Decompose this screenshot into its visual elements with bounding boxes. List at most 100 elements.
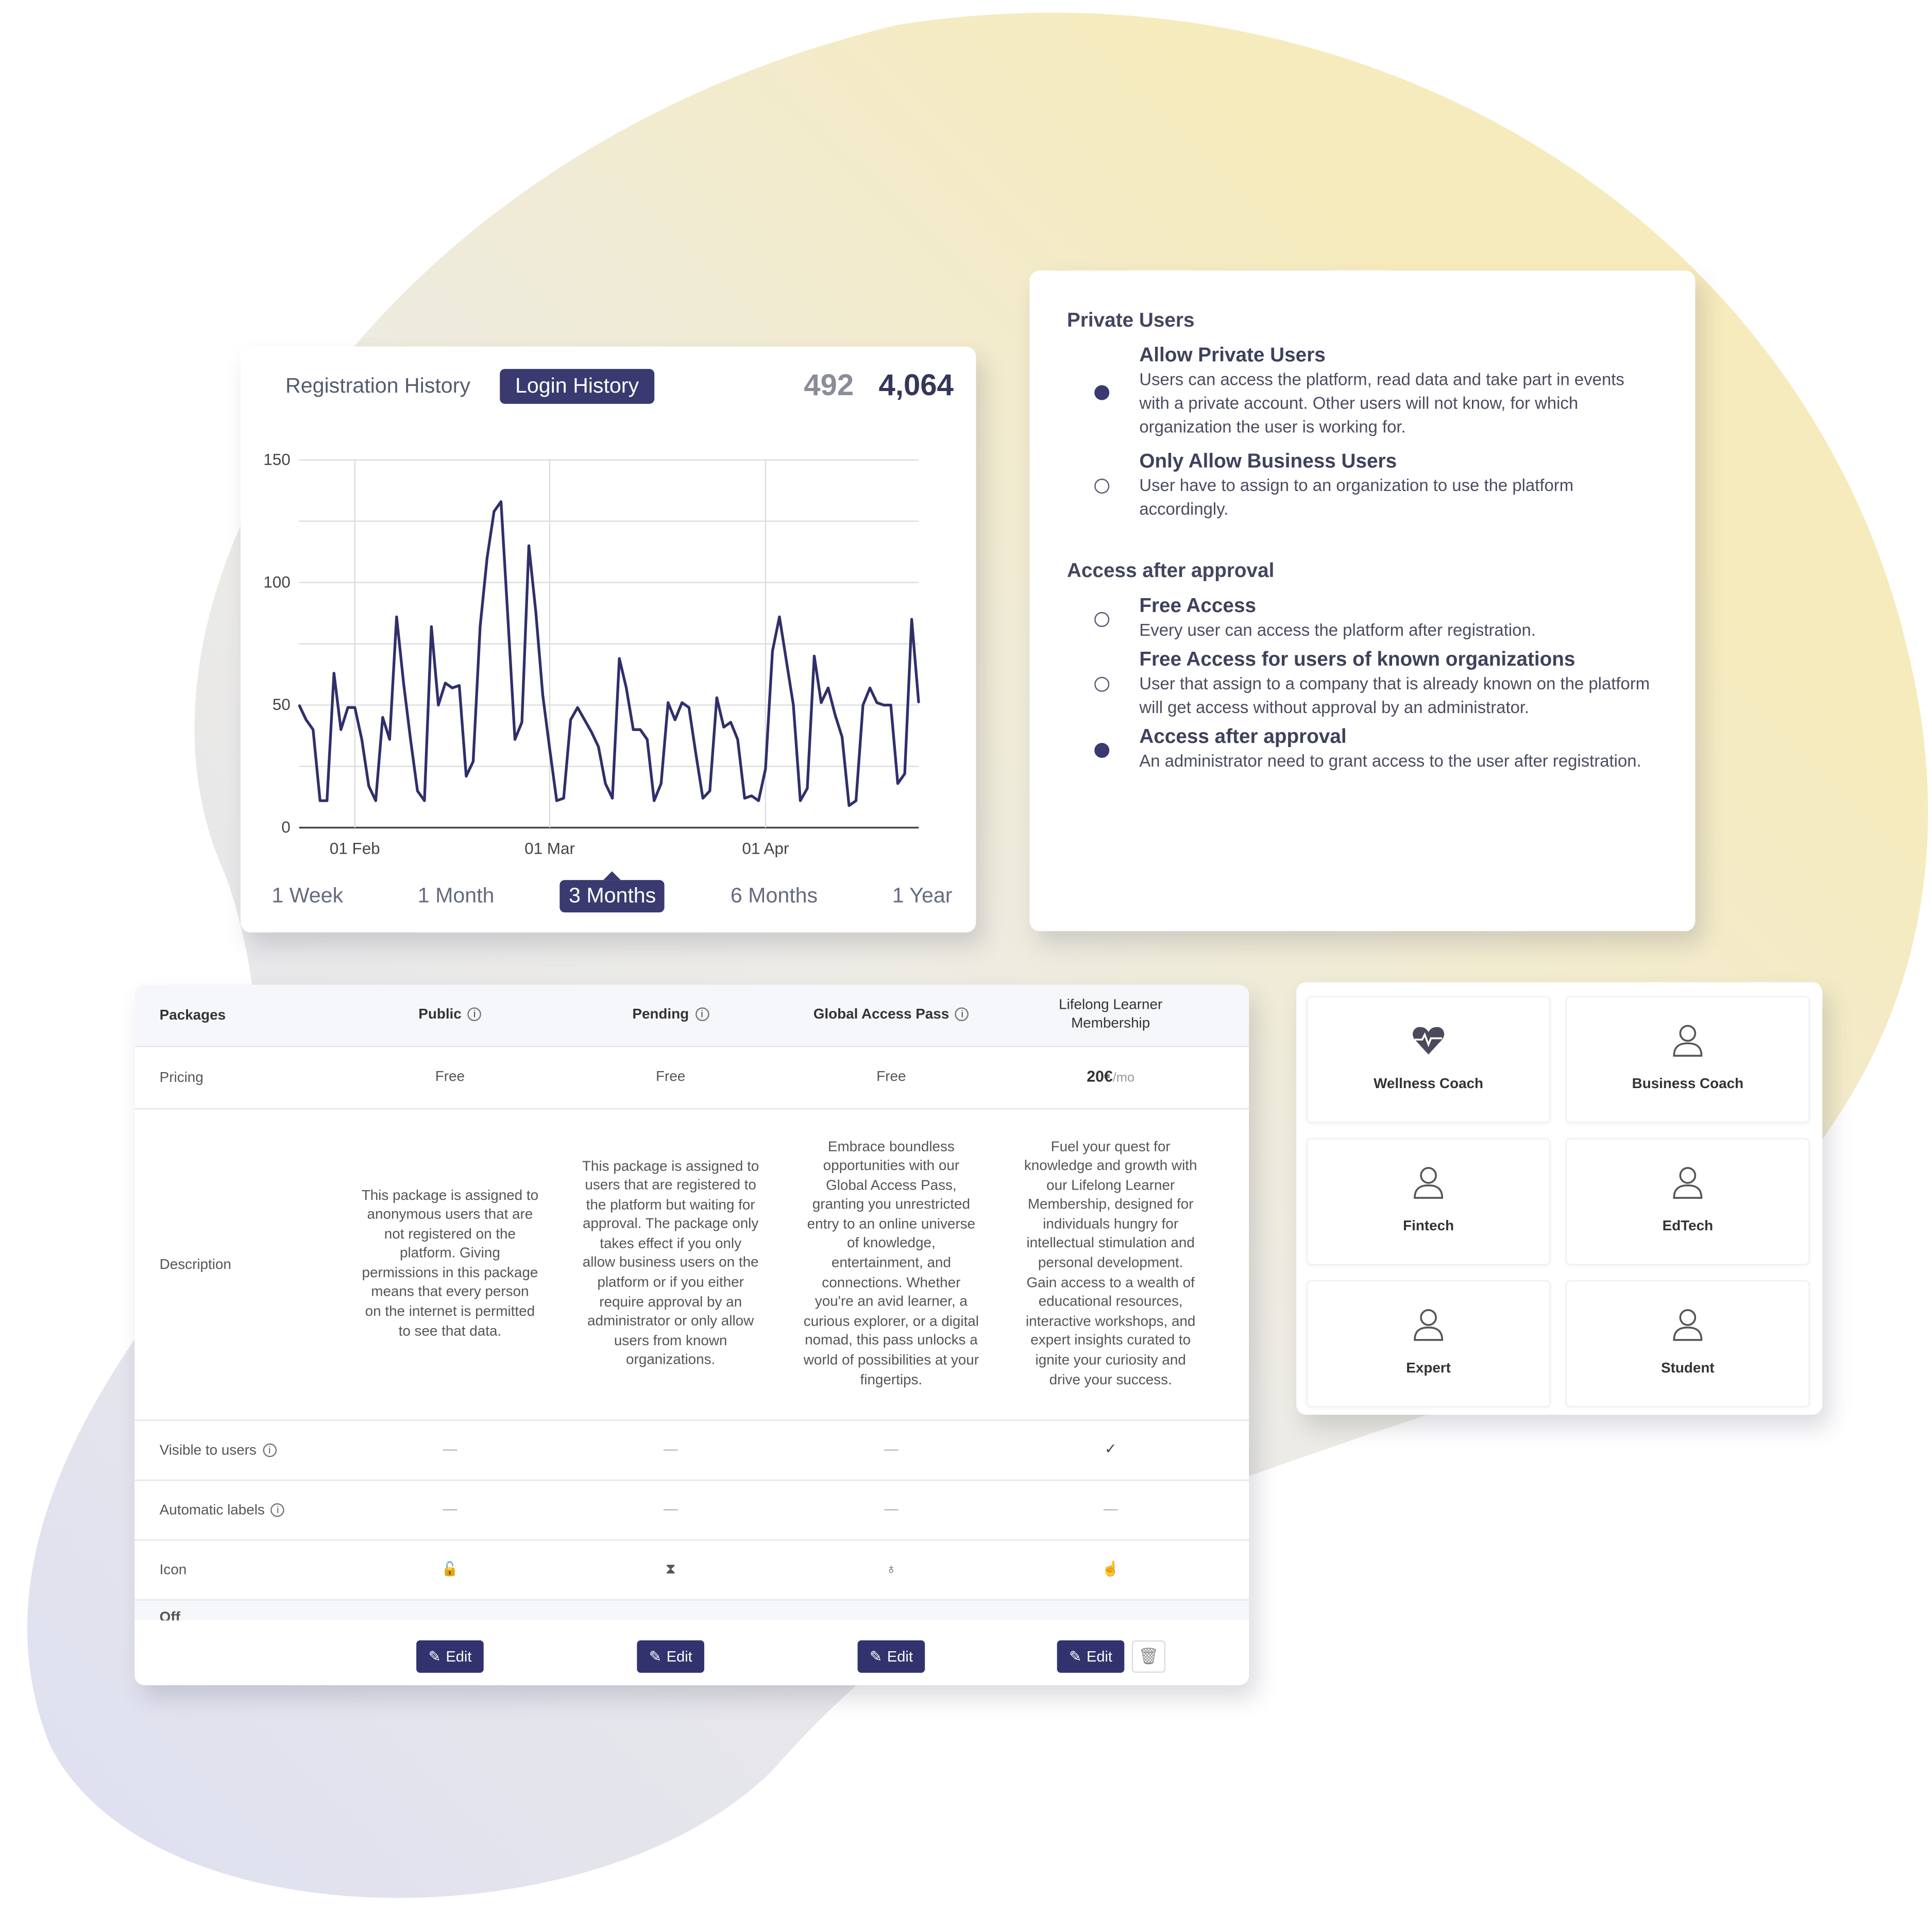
profile-name: Student (1661, 1361, 1715, 1377)
info-icon[interactable]: i (695, 1007, 709, 1021)
cell-visible: — (884, 1442, 899, 1457)
radio-unselected[interactable] (1094, 611, 1110, 626)
data-point (514, 738, 516, 740)
profile-business-coach[interactable]: Business Coach (1565, 996, 1810, 1123)
y-tick-label: 0 (281, 818, 290, 836)
range-6-months[interactable]: 6 Months (722, 880, 826, 912)
option-allow-private-users[interactable]: Allow Private Users Users can access the… (1067, 345, 1658, 438)
data-point (416, 790, 418, 792)
header-pending: Pending i (577, 1006, 764, 1025)
x-tick-label: 01 Mar (524, 839, 575, 857)
data-point (646, 738, 648, 740)
data-point (368, 785, 370, 787)
profile-edtech[interactable]: EdTech (1565, 1138, 1810, 1265)
radio-unselected[interactable] (1094, 676, 1110, 692)
cell-visible: — (663, 1442, 678, 1457)
range-1-week[interactable]: 1 Week (263, 880, 352, 912)
info-icon[interactable]: i (270, 1502, 285, 1517)
row-label-text: Visible to users (159, 1443, 257, 1458)
data-point (820, 702, 822, 704)
profile-student[interactable]: Student (1565, 1280, 1810, 1408)
info-icon[interactable]: i (467, 1007, 482, 1021)
data-point (347, 706, 349, 708)
range-1-year[interactable]: 1 Year (884, 880, 961, 912)
data-point (458, 685, 460, 686)
total-secondary: 492 (804, 369, 854, 403)
pencil-icon: ✎ (1069, 1648, 1082, 1666)
radio-selected[interactable] (1094, 384, 1110, 400)
option-free-access[interactable]: Free Access Every user can access the pl… (1067, 596, 1658, 642)
cell-description: Fuel your quest for knowledge and growth… (1024, 1139, 1197, 1388)
data-point (563, 797, 565, 799)
data-point (361, 738, 363, 740)
data-point (340, 728, 342, 731)
tab-login-history[interactable]: Login History (500, 369, 654, 404)
header-label: Public (418, 1007, 462, 1022)
data-point (869, 687, 871, 689)
option-text: User that assign to a company that is al… (1139, 674, 1650, 717)
data-point (834, 714, 836, 716)
range-3-months[interactable]: 3 Months (560, 871, 665, 913)
radio-unselected[interactable] (1094, 479, 1110, 494)
data-point (660, 783, 662, 785)
data-point (521, 721, 523, 723)
option-only-business-users[interactable]: Only Allow Business Users User have to a… (1067, 451, 1658, 521)
data-point (876, 702, 878, 704)
price-amount: 20€ (1087, 1067, 1113, 1085)
data-point (918, 702, 920, 704)
data-point (765, 768, 767, 770)
edit-button[interactable]: ✎ Edit (857, 1640, 925, 1673)
range-1-month[interactable]: 1 Month (409, 880, 503, 912)
table-row-pricing: Pricing Free Free Free 20€/mo (134, 1047, 1249, 1110)
x-tick-label: 01 Feb (330, 839, 380, 857)
row-label: Visible to users i (160, 1443, 277, 1458)
radio-selected[interactable] (1094, 742, 1110, 757)
history-tabs: Registration History Login History (270, 369, 654, 404)
edit-button[interactable]: ✎ Edit (637, 1640, 704, 1673)
data-point (486, 557, 488, 559)
profile-fintech[interactable]: Fintech (1306, 1138, 1551, 1265)
edit-label: Edit (887, 1648, 913, 1666)
tab-registration-history[interactable]: Registration History (270, 369, 485, 404)
data-point (590, 731, 592, 733)
data-point (695, 753, 697, 755)
profile-expert[interactable]: Expert (1306, 1280, 1551, 1408)
data-point (688, 706, 690, 708)
lock-open-icon: 🔓 (441, 1561, 459, 1577)
data-point (437, 704, 439, 706)
info-icon[interactable]: i (955, 1007, 969, 1021)
table-row-description: Description This package is assigned to … (134, 1109, 1249, 1421)
user-settings-card: Private Users Allow Private Users Users … (1029, 270, 1696, 931)
cell-auto: — (1103, 1501, 1118, 1517)
data-point (528, 545, 530, 547)
data-point (479, 625, 481, 628)
header-lifelong-learner: Lifelong Learner Membership (1059, 997, 1163, 1032)
data-point (396, 616, 398, 618)
info-icon[interactable]: i (262, 1443, 277, 1457)
login-history-card: 0 50 100 150 01 Feb 01 Mar 01 Apr Registration… (240, 346, 976, 933)
data-point (507, 618, 509, 620)
row-label: Description (159, 1257, 231, 1272)
profile-wellness-coach[interactable]: Wellness Coach (1306, 996, 1551, 1123)
profiles-grid: Wellness Coach Business Coach Fintech EdTec… (1296, 982, 1823, 1415)
data-point (632, 728, 634, 731)
profile-name: Business Coach (1632, 1077, 1744, 1092)
edit-button[interactable]: ✎ Edit (1057, 1640, 1125, 1673)
data-point (556, 800, 557, 802)
row-label: Off (159, 1610, 180, 1621)
edit-button[interactable]: ✎ Edit (416, 1640, 484, 1673)
login-chart: 0 50 100 150 01 Feb 01 Mar 01 Apr (263, 450, 920, 857)
data-point (375, 800, 377, 802)
profile-name: EdTech (1662, 1219, 1714, 1234)
private-users-title: Private Users (1067, 310, 1195, 332)
data-point (382, 716, 384, 718)
cell-visible: — (443, 1442, 457, 1457)
data-point (423, 800, 426, 802)
option-title: Allow Private Users (1139, 345, 1326, 367)
option-access-after-approval[interactable]: Access after approval An administrator n… (1067, 727, 1658, 773)
data-point (388, 738, 391, 740)
table-row-partial: Off (134, 1600, 1249, 1621)
data-point (827, 687, 829, 689)
option-known-organizations[interactable]: Free Access for users of known organizat… (1067, 650, 1658, 719)
delete-button[interactable]: 🗑 (1131, 1640, 1166, 1673)
